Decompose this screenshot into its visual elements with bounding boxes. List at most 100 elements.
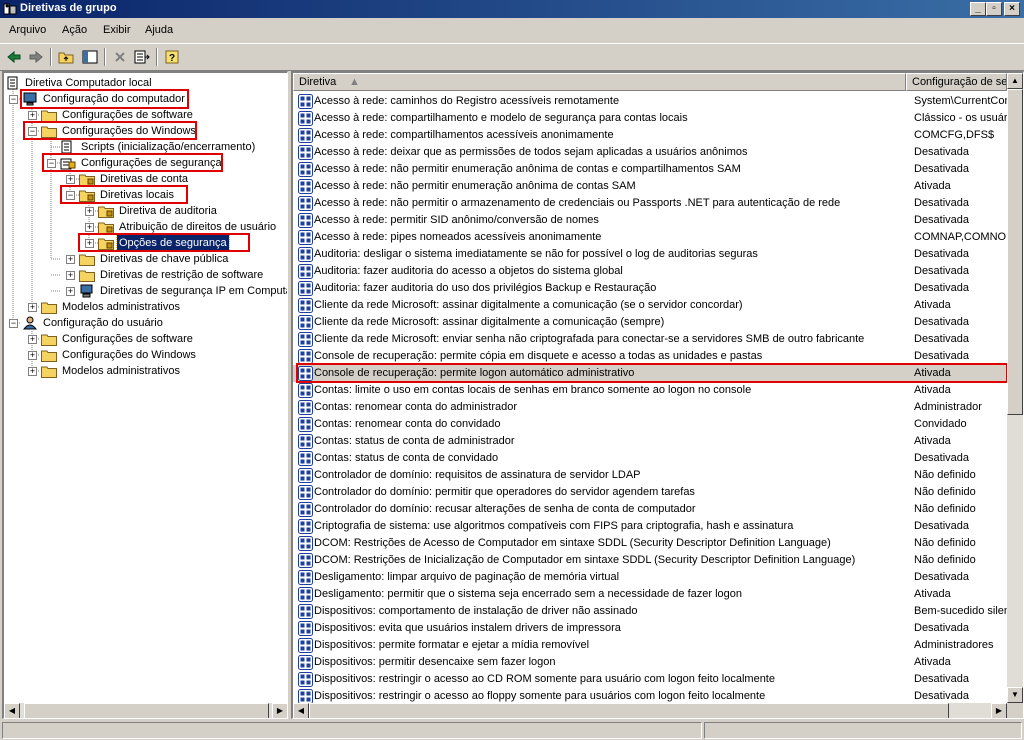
- list-row[interactable]: Acesso à rede: não permitir enumeração a…: [293, 161, 1007, 178]
- list-row[interactable]: DCOM: Restrições de Inicialização de Com…: [293, 552, 1007, 569]
- expand-toggle[interactable]: +: [28, 303, 37, 312]
- policy-setting-icon: [298, 400, 313, 415]
- list-row[interactable]: Acesso à rede: compartilhamentos acessív…: [293, 127, 1007, 144]
- scroll-thumb[interactable]: [309, 703, 949, 718]
- policy-setting-icon: [298, 264, 313, 279]
- list-row[interactable]: Auditoria: fazer auditoria do uso dos pr…: [293, 280, 1007, 297]
- scroll-right-button[interactable]: ▶: [272, 703, 287, 718]
- policy-name: Controlador do domínio: recusar alteraçõ…: [314, 503, 696, 515]
- list-row[interactable]: Dispositivos: restringir o acesso ao CD …: [293, 671, 1007, 688]
- sort-ascending-icon: ▲: [349, 76, 360, 88]
- list-row[interactable]: Cliente da rede Microsoft: enviar senha …: [293, 331, 1007, 348]
- list-row[interactable]: Acesso à rede: caminhos do Registro aces…: [293, 93, 1007, 110]
- collapse-toggle[interactable]: −: [9, 319, 18, 328]
- list-row[interactable]: Controlador de domínio: requisitos de as…: [293, 467, 1007, 484]
- show-hide-tree-icon[interactable]: [80, 47, 100, 67]
- policy-setting-value: Bem-sucedido silenc: [914, 605, 1007, 617]
- policy-setting-value: Desativada: [914, 265, 970, 277]
- list-row[interactable]: Dispositivos: permitir desencaixe sem fa…: [293, 654, 1007, 671]
- list-row[interactable]: Dispositivos: comportamento de instalaçã…: [293, 603, 1007, 620]
- column-header-policy[interactable]: Diretiva ▲: [293, 73, 906, 91]
- expand-toggle[interactable]: +: [66, 255, 75, 264]
- list-row[interactable]: Desligamento: permitir que o sistema sej…: [293, 586, 1007, 603]
- list-row[interactable]: Acesso à rede: permitir SID anônimo/conv…: [293, 212, 1007, 229]
- expand-toggle[interactable]: +: [85, 223, 94, 232]
- menu-acao[interactable]: Ação: [62, 24, 87, 36]
- expand-toggle[interactable]: +: [28, 367, 37, 376]
- policy-name: Auditoria: fazer auditoria do acesso a o…: [314, 265, 623, 277]
- collapse-toggle[interactable]: −: [9, 95, 18, 104]
- forward-arrow-icon[interactable]: [26, 47, 46, 67]
- menu-exibir[interactable]: Exibir: [103, 24, 131, 36]
- minimize-button[interactable]: _: [970, 2, 986, 16]
- close-button[interactable]: ×: [1004, 2, 1020, 16]
- list-row[interactable]: Desligamento: limpar arquivo de paginaçã…: [293, 569, 1007, 586]
- scroll-up-button[interactable]: ▲: [1007, 73, 1023, 89]
- expand-toggle[interactable]: +: [85, 207, 94, 216]
- list-row[interactable]: Contas: limite o uso em contas locais de…: [293, 382, 1007, 399]
- toolbar-separator: [156, 48, 158, 66]
- policy-setting-value: Não definido: [914, 503, 976, 515]
- status-cell: [704, 722, 1022, 739]
- window-title: Diretivas de grupo: [20, 2, 117, 14]
- policy-setting-icon: [298, 247, 313, 262]
- scroll-thumb[interactable]: [24, 703, 269, 718]
- group-policy-app-icon: [3, 3, 17, 15]
- list-row[interactable]: Auditoria: fazer auditoria do acesso a o…: [293, 263, 1007, 280]
- delete-icon[interactable]: [110, 47, 130, 67]
- policy-setting-icon: [298, 111, 313, 126]
- policy-name: Dispositivos: permite formatar e ejetar …: [314, 639, 590, 651]
- list-row[interactable]: Contas: status de conta de administrador…: [293, 433, 1007, 450]
- expand-toggle[interactable]: +: [28, 335, 37, 344]
- menu-ajuda[interactable]: Ajuda: [145, 24, 173, 36]
- expand-toggle[interactable]: +: [66, 271, 75, 280]
- list-row[interactable]: Contas: renomear conta do administrador A…: [293, 399, 1007, 416]
- policy-list-pane: Diretiva ▲ Configuração de se Acesso à r…: [291, 71, 1024, 719]
- menu-arquivo[interactable]: Arquivo: [9, 24, 46, 36]
- expand-toggle[interactable]: +: [28, 351, 37, 360]
- expand-toggle[interactable]: +: [28, 111, 37, 120]
- list-row[interactable]: Acesso à rede: deixar que as permissões …: [293, 144, 1007, 161]
- maximize-button[interactable]: ▫: [986, 2, 1002, 16]
- back-arrow-icon[interactable]: [4, 47, 24, 67]
- policy-setting-value: Não definido: [914, 486, 976, 498]
- list-row[interactable]: Criptografia de sistema: use algoritmos …: [293, 518, 1007, 535]
- column-header-setting[interactable]: Configuração de se: [906, 73, 1007, 91]
- list-row[interactable]: Contas: status de conta de convidado Desa…: [293, 450, 1007, 467]
- list-row[interactable]: Dispositivos: evita que usuários instale…: [293, 620, 1007, 637]
- list-row[interactable]: Controlador do domínio: recusar alteraçõ…: [293, 501, 1007, 518]
- list-row[interactable]: Controlador do domínio: permitir que ope…: [293, 484, 1007, 501]
- list-row[interactable]: Acesso à rede: não permitir o armazename…: [293, 195, 1007, 212]
- policy-name: Dispositivos: restringir o acesso ao CD …: [314, 673, 775, 685]
- policy-setting-icon: [298, 145, 313, 160]
- policy-name: Acesso à rede: não permitir enumeração a…: [314, 180, 636, 192]
- export-list-icon[interactable]: [132, 47, 152, 67]
- list-horizontal-scrollbar[interactable]: ◀ ▶: [293, 703, 1007, 718]
- scroll-thumb[interactable]: [1007, 89, 1023, 415]
- expand-toggle[interactable]: +: [66, 287, 75, 296]
- list-vertical-scrollbar[interactable]: ▲ ▼: [1007, 73, 1023, 703]
- list-row[interactable]: Acesso à rede: compartilhamento e modelo…: [293, 110, 1007, 127]
- toolbar: ?: [0, 43, 1024, 71]
- list-row[interactable]: Auditoria: desligar o sistema imediatame…: [293, 246, 1007, 263]
- policy-setting-value: Desativada: [914, 333, 970, 345]
- list-row[interactable]: DCOM: Restrições de Acesso de Computador…: [293, 535, 1007, 552]
- list-row[interactable]: Cliente da rede Microsoft: assinar digit…: [293, 314, 1007, 331]
- expand-toggle[interactable]: +: [66, 175, 75, 184]
- scroll-right-button[interactable]: ▶: [991, 703, 1007, 718]
- help-icon[interactable]: ?: [163, 47, 183, 67]
- list-row[interactable]: Acesso à rede: não permitir enumeração a…: [293, 178, 1007, 195]
- scroll-left-button[interactable]: ◀: [293, 703, 309, 718]
- list-row[interactable]: Dispositivos: permite formatar e ejetar …: [293, 637, 1007, 654]
- policy-setting-icon: [298, 638, 313, 653]
- policy-setting-value: Ativada: [914, 384, 951, 396]
- scroll-down-button[interactable]: ▼: [1007, 687, 1023, 703]
- list-row[interactable]: Cliente da rede Microsoft: assinar digit…: [293, 297, 1007, 314]
- policy-setting-icon: [298, 128, 313, 143]
- scroll-left-button[interactable]: ◀: [4, 703, 20, 718]
- up-folder-icon[interactable]: [56, 47, 76, 67]
- list-row[interactable]: Contas: renomear conta do convidado Convi…: [293, 416, 1007, 433]
- tree-horizontal-scrollbar[interactable]: ◀ ▶: [4, 703, 287, 718]
- list-row[interactable]: Acesso à rede: pipes nomeados acessíveis…: [293, 229, 1007, 246]
- script-icon: [61, 140, 72, 154]
